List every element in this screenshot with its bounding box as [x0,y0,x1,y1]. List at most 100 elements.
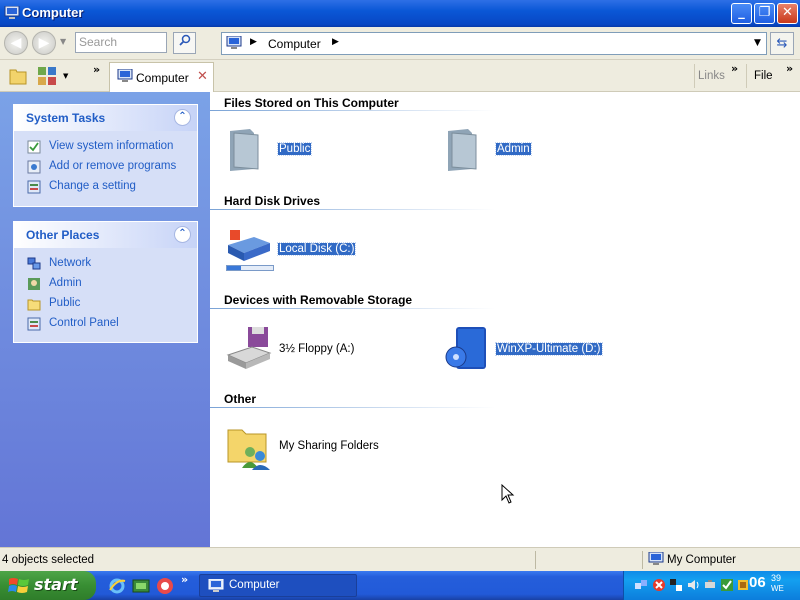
views-dropdown-icon[interactable]: ▼ [63,72,68,80]
settings-tray-icon[interactable] [736,578,750,592]
task-add-remove-programs[interactable]: Add or remove programs [14,157,197,177]
search-input[interactable]: Search [75,32,167,53]
computer-icon [648,552,664,565]
links-more-chevron[interactable]: » [731,62,738,75]
network-status-icon[interactable] [634,578,648,592]
menu-more-chevron[interactable]: » [786,62,793,75]
start-button[interactable]: start [0,571,96,600]
computer-icon [208,579,224,592]
clock-day: WE [771,584,784,593]
status-bar: 4 objects selected My Computer [0,547,800,571]
views-icon[interactable] [37,66,61,86]
chevron-right-icon[interactable]: ▶ [332,37,339,47]
group-header: Files Stored on This Computer [224,96,399,110]
user-folder-icon [28,278,40,290]
place-label: Network [49,257,92,269]
breadcrumb-computer[interactable]: Computer [268,37,321,51]
tab-computer[interactable]: Computer ✕ [109,62,214,92]
checklist-icon [27,140,41,154]
location-status: My Computer [667,554,737,566]
panel-header[interactable]: System Tasks ⌃ [14,105,197,131]
windows-logo-icon [8,578,29,593]
mouse-cursor-icon [501,484,515,504]
volume-icon[interactable] [686,578,700,592]
minimize-button[interactable]: _ [731,3,752,24]
internet-explorer-icon[interactable] [108,577,126,595]
task-view-system-info[interactable]: View system information [14,137,197,157]
divider [694,64,695,88]
group-header: Other [224,392,257,406]
system-tasks-panel: System Tasks ⌃ View system information A… [13,104,198,207]
panel-header[interactable]: Other Places ⌃ [14,222,197,248]
clock-hour: 06 [749,574,766,591]
folder-icon [448,129,477,171]
usb-icon[interactable] [703,578,717,592]
antivirus-icon[interactable] [720,578,734,592]
title-bar: Computer _ ❐ ✕ [0,0,800,27]
place-admin[interactable]: Admin [14,274,197,294]
media-player-icon[interactable] [132,577,150,595]
collapse-icon[interactable]: ⌃ [174,109,191,126]
clock[interactable]: 06 39 WE [749,573,784,593]
cd-drive-icon [445,327,486,369]
computer-icon [226,36,242,49]
disk-usage-bar [226,265,274,271]
place-public[interactable]: Public [14,294,197,314]
address-bar[interactable]: ▶ Computer ▶ ▼ [221,32,767,55]
divider [210,407,495,408]
place-label: Admin [49,277,82,289]
folder-icon [230,129,259,171]
tab-close-icon[interactable]: ✕ [197,69,208,84]
item-public[interactable]: Public [224,125,434,175]
task-label: Change a setting [49,180,136,192]
address-dropdown-icon[interactable]: ▼ [754,38,761,48]
quick-launch-more[interactable]: » [181,573,188,586]
collapse-icon[interactable]: ⌃ [174,226,191,243]
item-floppy[interactable]: 3½ Floppy (A:) [224,325,434,375]
group-header: Devices with Removable Storage [224,293,413,307]
links-label[interactable]: Links [698,70,725,82]
tab-label: Computer [136,71,189,85]
window-title: Computer [22,5,84,20]
place-control-panel[interactable]: Control Panel [14,314,197,334]
chevron-right-icon[interactable]: ▶ [250,37,257,47]
taskbar-item-computer[interactable]: Computer [199,574,357,597]
display-icon[interactable] [669,578,683,592]
refresh-icon: ⇆ [776,36,788,51]
taskbar-item-label: Computer [229,579,280,591]
close-button[interactable]: ✕ [777,3,798,24]
start-label: start [34,575,78,594]
divider [210,308,495,309]
panel-title: System Tasks [26,111,106,125]
refresh-button[interactable]: ⇆ [770,32,794,55]
control-panel-icon [27,180,41,194]
file-list-view[interactable]: Files Stored on This Computer Public Adm… [210,92,800,547]
search-button[interactable] [173,32,196,54]
place-network[interactable]: Network [14,254,197,274]
app-shortcut-icon[interactable] [156,577,174,595]
task-change-setting[interactable]: Change a setting [14,177,197,197]
network-icon [27,257,41,270]
maximize-button[interactable]: ❐ [754,3,775,24]
panel-title: Other Places [26,228,100,242]
toolbar-more-chevron[interactable]: » [93,63,100,76]
item-label: My Sharing Folders [279,440,379,452]
folder-icon [27,299,41,311]
floppy-drive-icon [226,327,272,369]
forward-button[interactable]: ▶ [32,31,56,55]
divider [746,64,747,88]
forward-arrow-icon: ▶ [38,35,50,51]
folders-icon[interactable] [8,66,28,86]
security-alert-icon[interactable] [652,578,666,592]
item-dvd-drive[interactable]: WinXP-Ultimate (D:) [442,325,652,375]
item-sharing-folders[interactable]: My Sharing Folders [224,422,434,472]
item-local-disk[interactable]: Local Disk (C:) [224,225,434,275]
clock-minute: 39 [771,573,782,583]
computer-icon [4,6,20,19]
item-admin[interactable]: Admin [442,125,652,175]
file-menu[interactable]: File [754,70,773,82]
history-dropdown-icon[interactable]: ▼ [60,37,66,46]
search-icon [178,34,190,46]
back-arrow-icon: ◀ [10,35,22,51]
back-button[interactable]: ◀ [4,31,28,55]
